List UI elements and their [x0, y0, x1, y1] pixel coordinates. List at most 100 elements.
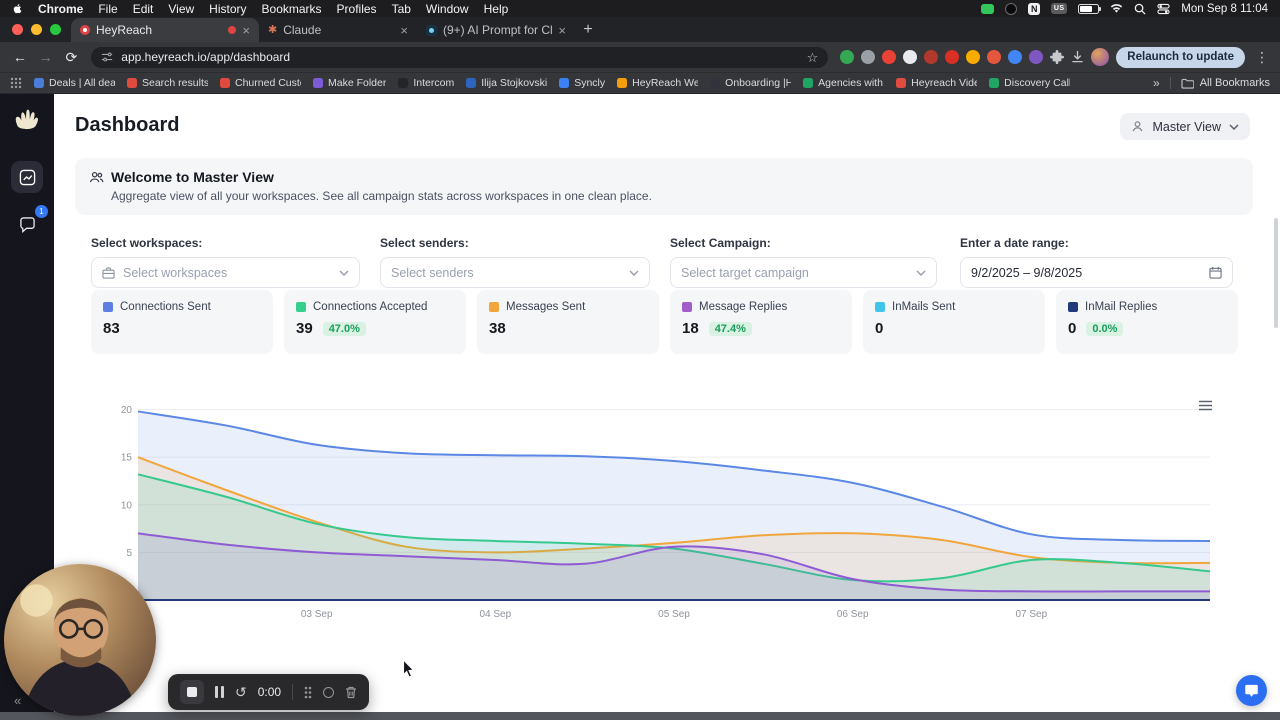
- window-close-button[interactable]: [12, 24, 23, 35]
- stop-recording-button[interactable]: [180, 680, 204, 704]
- battery-icon[interactable]: [1078, 3, 1102, 14]
- new-tab-button[interactable]: +: [575, 18, 601, 42]
- extension-icon[interactable]: [924, 50, 939, 64]
- menubar-item[interactable]: Chrome: [38, 2, 83, 16]
- window-minimize-button[interactable]: [31, 24, 42, 35]
- extension-icon[interactable]: [1029, 50, 1044, 64]
- workspaces-select[interactable]: Select workspaces: [91, 257, 360, 288]
- address-bar[interactable]: app.heyreach.io/app/dashboard ☆: [91, 46, 829, 68]
- extensions-puzzle-icon[interactable]: [1050, 50, 1065, 64]
- window-zoom-button[interactable]: [50, 24, 61, 35]
- tab-ai-prompt[interactable]: (9+) AI Prompt for Claude ×: [417, 18, 575, 42]
- campaign-select[interactable]: Select target campaign: [670, 257, 937, 288]
- sidebar-item-inbox[interactable]: 1: [11, 205, 48, 241]
- svg-text:15: 15: [121, 453, 133, 464]
- site-info-icon[interactable]: [101, 51, 113, 63]
- notion-menubar-icon[interactable]: N: [1028, 2, 1041, 15]
- delete-recording-icon[interactable]: [345, 686, 357, 699]
- reload-button[interactable]: ⟳: [60, 45, 84, 69]
- workspace-selector[interactable]: Master View: [1120, 113, 1250, 140]
- control-center-icon[interactable]: [1157, 3, 1170, 15]
- menubar-item[interactable]: Profiles: [337, 2, 377, 16]
- tab-close-icon[interactable]: ×: [558, 24, 566, 37]
- bookmark-favicon: [803, 78, 814, 88]
- bookmark-item[interactable]: Onboarding |Hey...: [710, 77, 791, 89]
- extension-icon[interactable]: [945, 50, 960, 64]
- webcam-overlay[interactable]: [4, 564, 156, 716]
- bookmark-label: HeyReach Webho...: [632, 77, 699, 89]
- bookmark-item[interactable]: Make Folder: [313, 77, 386, 89]
- pause-recording-button[interactable]: [215, 686, 224, 698]
- sidebar-collapse-icon[interactable]: «: [14, 693, 21, 708]
- blur-tool-icon[interactable]: [323, 686, 335, 698]
- extension-icon[interactable]: [1008, 50, 1023, 64]
- menubar-clock[interactable]: Mon Sep 8 11:04: [1181, 3, 1268, 15]
- bookmark-item[interactable]: Heyreach Videos -...: [896, 77, 977, 89]
- svg-text:20: 20: [121, 405, 133, 416]
- date-range-input[interactable]: 9/2/2025 – 9/8/2025: [960, 257, 1233, 288]
- stat-badge: 47.4%: [708, 321, 752, 336]
- drag-handle-icon[interactable]: [304, 686, 312, 699]
- bookmark-item[interactable]: Churned Customer...: [220, 77, 301, 89]
- relaunch-button[interactable]: Relaunch to update: [1116, 46, 1245, 68]
- extension-icon[interactable]: [987, 50, 1002, 64]
- menubar-item[interactable]: File: [98, 2, 117, 16]
- chevron-down-icon: [1229, 123, 1239, 130]
- extension-icon[interactable]: [840, 50, 855, 64]
- tab-close-icon[interactable]: ×: [400, 24, 408, 37]
- calendar-icon[interactable]: [1209, 266, 1222, 279]
- bookmark-item[interactable]: Deals | All deals: [34, 77, 115, 89]
- tab-close-icon[interactable]: ×: [242, 24, 250, 37]
- bookmark-label: Deals | All deals: [49, 77, 115, 89]
- menubar-item[interactable]: Bookmarks: [262, 2, 322, 16]
- bookmark-item[interactable]: Ilija Stojkovski | Ca...: [466, 77, 547, 89]
- keyboard-layout-icon[interactable]: US: [1051, 3, 1068, 14]
- menubar-item[interactable]: Window: [426, 2, 469, 16]
- all-bookmarks-button[interactable]: All Bookmarks: [1169, 77, 1270, 89]
- downloads-icon[interactable]: [1071, 50, 1084, 64]
- menubar-item[interactable]: Tab: [392, 2, 411, 16]
- screen-share-icon[interactable]: [981, 3, 995, 14]
- extension-icon[interactable]: [861, 50, 876, 64]
- tab-claude[interactable]: ✱ Claude ×: [259, 18, 417, 42]
- tab-heyreach[interactable]: HeyReach ×: [71, 18, 259, 42]
- bookmark-item[interactable]: Syncly: [559, 77, 605, 89]
- intercom-chat-button[interactable]: [1236, 675, 1267, 706]
- browser-menu-icon[interactable]: ⋮: [1252, 49, 1272, 66]
- forward-button[interactable]: →: [34, 45, 58, 69]
- bookmark-item[interactable]: HeyReach Webho...: [617, 77, 698, 89]
- status-app-icon[interactable]: [1005, 2, 1018, 15]
- menubar-item[interactable]: History: [209, 2, 246, 16]
- extensions-row: Relaunch to update ⋮: [840, 46, 1272, 68]
- bookmark-item[interactable]: Agencies with Mul...: [803, 77, 884, 89]
- heyreach-logo[interactable]: [12, 104, 42, 135]
- extension-icon[interactable]: [966, 50, 981, 64]
- content-scrollbar[interactable]: [1274, 218, 1278, 328]
- menubar-status-area: N US Mon Sep 8 11:04: [981, 2, 1268, 15]
- menubar-item[interactable]: Help: [484, 2, 509, 16]
- wifi-icon[interactable]: [1110, 3, 1123, 14]
- bookmark-item[interactable]: Intercom: [398, 77, 454, 89]
- menubar-item[interactable]: Edit: [133, 2, 154, 16]
- extension-icon[interactable]: [903, 50, 918, 64]
- profile-avatar[interactable]: [1091, 48, 1110, 66]
- back-button[interactable]: ←: [8, 45, 32, 69]
- bookmarks-overflow-icon[interactable]: »: [1153, 76, 1160, 90]
- traffic-chart: 5 10 15 20 03 Sep 04 Sep 05 Sep 06 Sep 07 Sep: [110, 394, 1215, 634]
- extension-icon[interactable]: [882, 50, 897, 64]
- restart-recording-icon[interactable]: ↺: [235, 685, 247, 699]
- bookmark-item[interactable]: Search results - ilij...: [127, 77, 208, 89]
- bookmark-star-icon[interactable]: ☆: [807, 51, 819, 64]
- chart-menu-icon[interactable]: [1196, 398, 1215, 413]
- sidebar-item-analytics[interactable]: [11, 161, 43, 193]
- bookmark-item[interactable]: Discovery Calls -...: [989, 77, 1070, 89]
- svg-text:5: 5: [126, 548, 132, 559]
- bookmark-label: Agencies with Mul...: [818, 77, 884, 89]
- spotlight-search-icon[interactable]: [1134, 3, 1146, 15]
- apps-grid-icon[interactable]: [10, 77, 22, 89]
- senders-select[interactable]: Select senders: [380, 257, 650, 288]
- workspace-selector-label: Master View: [1152, 119, 1221, 134]
- menubar-item[interactable]: View: [168, 2, 194, 16]
- apple-menu-icon[interactable]: [12, 3, 23, 14]
- url-text[interactable]: app.heyreach.io/app/dashboard: [121, 50, 798, 64]
